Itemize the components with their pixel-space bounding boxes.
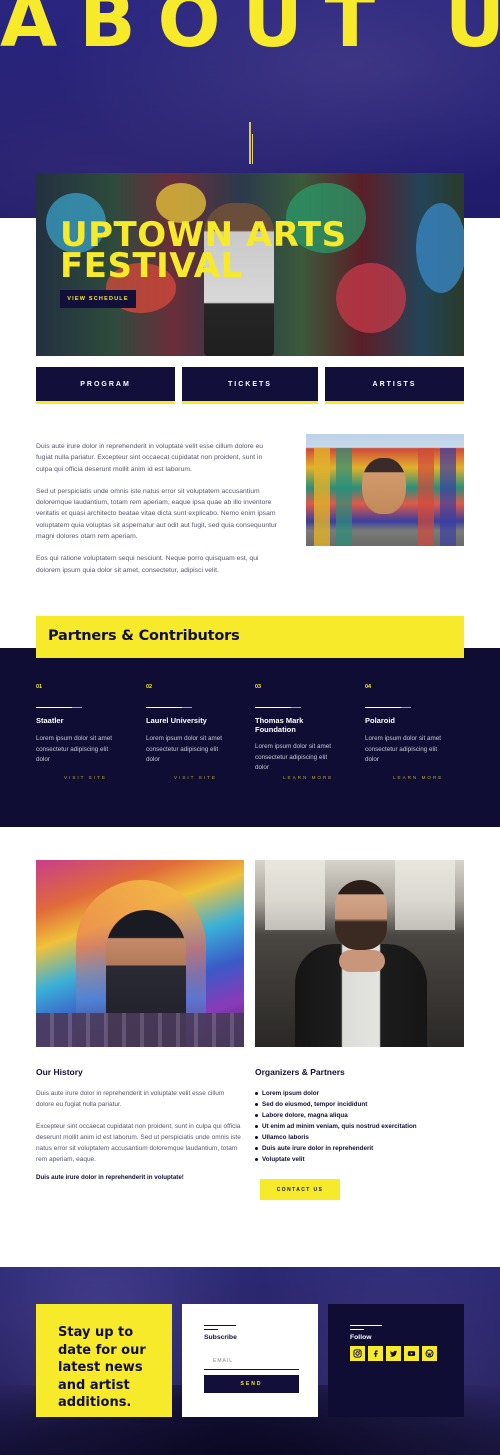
list-item: Labore dolore, magna aliqua [255,1110,464,1121]
partner-description: Lorem ipsum dolor sit amet consectetur a… [146,735,222,763]
wordpress-icon[interactable] [422,1346,437,1361]
partner-link[interactable]: VISIT SITE [64,775,107,780]
partner-divider [255,707,301,708]
list-item: Ullamco laboris [255,1132,464,1143]
subscribe-title: Subscribe [204,1334,237,1341]
partner-number: 01 [36,684,43,690]
history-heading: Our History [36,1067,83,1077]
intro-paragraph: Sed ut perspiciatis unde omnis iste natu… [36,487,278,541]
send-button[interactable]: SEND [204,1375,299,1393]
partner-number: 03 [255,684,262,690]
partner-description: Lorem ipsum dolor sit amet consectetur a… [365,735,441,763]
instagram-icon[interactable] [350,1346,365,1361]
list-item: Sed do eiusmod, tempor incididunt [255,1099,464,1110]
organizers-list: Lorem ipsum dolor Sed do eiusmod, tempor… [255,1088,464,1165]
partner-card: 02 Laurel University Lorem ipsum dolor s… [146,684,232,780]
list-item: Lorem ipsum dolor [255,1088,464,1099]
partners-heading: Partners & Contributors [48,628,240,644]
partner-name: Polaroid [365,716,396,725]
partner-name: Laurel University [146,716,207,725]
organizer-portrait [255,860,464,1047]
history-paragraph: Excepteur sint occaecat cupidatat non pr… [36,1123,241,1163]
partner-link[interactable]: LEARN MORE [393,775,443,780]
hero-divider [249,122,251,164]
email-field[interactable] [204,1352,299,1370]
history-emphasis: Duis aute irure dolor in reprehenderit i… [36,1174,184,1181]
history-text: Duis aute irure dolor in reprehenderit i… [36,1088,242,1176]
facebook-icon[interactable] [368,1346,383,1361]
partner-description: Lorem ipsum dolor sit amet consectetur a… [36,735,112,763]
contact-us-button[interactable]: CONTACT US [260,1179,340,1200]
partner-card: 04 Polaroid Lorem ipsum dolor sit amet c… [365,684,451,780]
organizer-figure [295,880,427,1047]
partner-card: 01 Staatler Lorem ipsum dolor sit amet c… [36,684,122,780]
partner-description: Lorem ipsum dolor sit amet consectetur a… [255,743,331,771]
partner-number: 02 [146,684,153,690]
partner-divider [365,707,411,708]
partner-number: 04 [365,684,372,690]
partner-name: Thomas Mark Foundation [255,716,304,734]
list-item: Voluptate velit [255,1154,464,1165]
youtube-icon[interactable] [404,1346,419,1361]
partner-card: 03 Thomas Mark Foundation Lorem ipsum do… [255,684,341,780]
follow-title: Follow [350,1334,372,1341]
list-item: Duis aute irure dolor in reprehenderit [255,1143,464,1154]
intro-paragraph: Duis aute irure dolor in reprehenderit i… [36,443,264,473]
mural-image [306,434,464,546]
newsletter-text: Stay up to date for our latest news and … [58,1325,146,1410]
list-item: Ut enim ad minim veniam, quis nostrud ex… [255,1121,464,1132]
hero-divider-accent [252,134,253,164]
photographer-photo [36,860,244,1047]
subscribe-box: Subscribe SEND [182,1304,318,1417]
intro-paragraph: Eos qui ratione voluptatem sequi nesciun… [36,555,259,574]
newsletter-promo: Stay up to date for our latest news and … [36,1304,172,1417]
history-paragraph: Duis aute irure dolor in reprehenderit i… [36,1090,225,1108]
partner-divider [146,707,192,708]
mural-face [362,458,406,514]
follow-box: Follow [328,1304,464,1417]
intro-text: Duis aute irure dolor in reprehenderit i… [36,441,279,587]
tickets-button[interactable]: TICKETS [182,367,318,404]
partner-link[interactable]: LEARN MORE [283,775,333,780]
partners-heading-bar: Partners & Contributors [36,616,464,658]
partner-link[interactable]: VISIT SITE [174,775,217,780]
artists-button[interactable]: ARTISTS [325,367,464,404]
partner-divider [36,707,82,708]
feature-title: UPTOWN ARTS FESTIVAL [60,215,347,286]
page-title: ABOUT US [0,0,500,64]
organizers-heading: Organizers & Partners [255,1067,345,1077]
twitter-icon[interactable] [386,1346,401,1361]
program-button[interactable]: PROGRAM [36,367,175,404]
view-schedule-button[interactable]: VIEW SCHEDULE [60,290,136,308]
partner-name: Staatler [36,716,64,725]
